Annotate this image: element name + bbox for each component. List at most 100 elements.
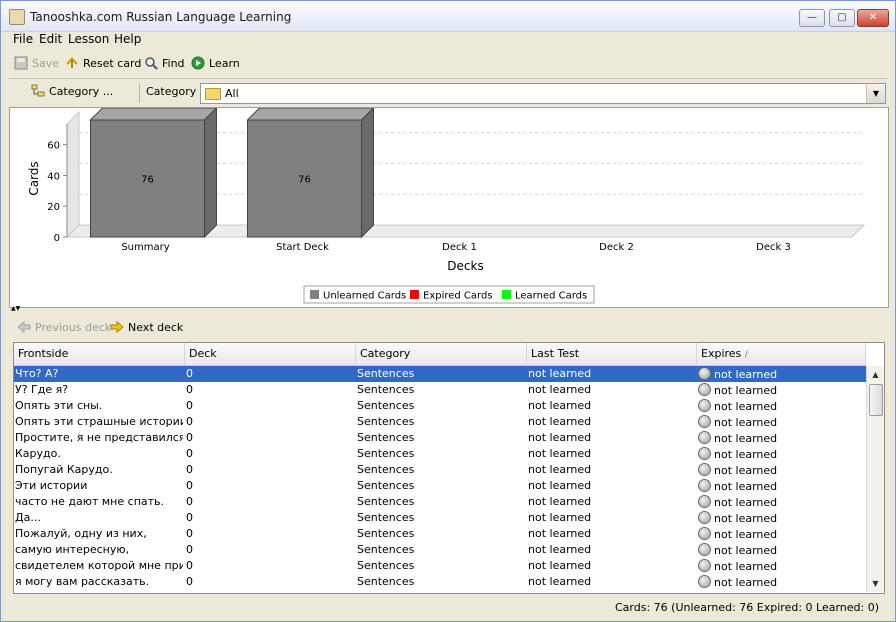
cell-frontside-text: Да...	[15, 511, 41, 524]
cell-last-test: not learned	[528, 415, 696, 430]
menu-lesson[interactable]: Lesson	[68, 32, 109, 46]
table-row[interactable]: Опять эти сны. 0 Sentences not learned not l…	[14, 398, 866, 414]
table-row[interactable]: Что? А? 0 Sentences not learned not learned	[14, 366, 866, 382]
cell-last-test-text: not learned	[528, 447, 592, 460]
deck-chart: 0 20 40 60 Cards 76 Summary 76 Start Deck Deck 1 D…	[27, 106, 866, 304]
collapse-arrows-icon[interactable]: ▲▼	[11, 305, 20, 312]
cell-expires-text: not learned	[714, 416, 778, 429]
cell-expires: not learned	[698, 367, 864, 382]
column-header-category[interactable]: Category	[356, 343, 527, 365]
cell-frontside: Карудо.	[15, 447, 183, 462]
reset-card-button[interactable]: Reset card	[65, 55, 141, 71]
cell-last-test: not learned	[528, 543, 696, 558]
cards-table: Frontside Deck Category Last Test Expire…	[13, 342, 885, 594]
column-header-last-test[interactable]: Last Test	[527, 343, 697, 365]
next-deck-button[interactable]: Next deck	[110, 320, 183, 334]
category-button-label: Category ...	[49, 84, 114, 98]
previous-deck-button[interactable]: Previous deck	[17, 320, 111, 334]
cell-deck: 0	[186, 415, 354, 430]
category-button[interactable]: Category ...	[31, 84, 113, 98]
cell-category: Sentences	[357, 383, 525, 398]
table-row[interactable]: Опять эти страшные истории. 0 Sentences not…	[14, 414, 866, 430]
category-select-value: All	[225, 87, 239, 100]
status-face-icon	[698, 511, 711, 524]
status-face-icon	[698, 527, 711, 540]
scroll-thumb[interactable]	[869, 384, 883, 416]
cell-last-test: not learned	[528, 511, 696, 526]
table-row[interactable]: самую интересную, 0 Sentences not learned no…	[14, 542, 866, 558]
cell-category-text: Sentences	[357, 511, 415, 524]
cell-last-test-text: not learned	[528, 479, 592, 492]
vertical-scrollbar[interactable]: ▲ ▼	[866, 366, 884, 592]
chart-data-label: 76	[141, 175, 154, 186]
category-select[interactable]: All ▼	[200, 83, 886, 104]
table-row[interactable]: Пожалуй, одну из них, 0 Sentences not learn…	[14, 526, 866, 542]
menu-help[interactable]: Help	[114, 32, 141, 46]
scroll-up-icon[interactable]: ▲	[868, 367, 883, 382]
title-bar[interactable]: Tanooshka.com Russian Language Learning …	[1, 1, 895, 32]
status-face-icon	[698, 479, 711, 492]
cell-frontside-text: Опять эти сны.	[15, 399, 103, 412]
split-pane-divider[interactable]: ▲▼	[9, 305, 887, 312]
cell-expires-text: not learned	[714, 528, 778, 541]
cell-category: Sentences	[357, 447, 525, 462]
find-button[interactable]: Find	[144, 55, 185, 71]
learn-button[interactable]: Learn	[191, 55, 240, 71]
status-face-icon	[698, 415, 711, 428]
scroll-down-icon[interactable]: ▼	[868, 576, 883, 591]
cell-frontside: Попугай Карудо.	[15, 463, 183, 478]
column-header-expires[interactable]: Expires /	[697, 343, 866, 365]
cell-deck: 0	[186, 543, 354, 558]
column-header-deck[interactable]: Deck	[185, 343, 356, 365]
table-row[interactable]: свидетелем которой мне приш...0 Sentences…	[14, 558, 866, 574]
save-button[interactable]: Save	[14, 55, 59, 71]
cell-deck: 0	[186, 527, 354, 542]
table-body: Что? А? 0 Sentences not learned not learned У…	[14, 366, 866, 590]
cell-frontside: Опять эти сны.	[15, 399, 183, 414]
chart-bar-top	[89, 107, 218, 121]
minimize-button[interactable]: —	[799, 9, 825, 27]
play-icon	[191, 56, 205, 70]
table-row[interactable]: часто не дают мне спать. 0 Sentences not le…	[14, 494, 866, 510]
close-button[interactable]: ✕	[857, 9, 889, 27]
table-row[interactable]: Простите, я не представился. 0 Sentences no…	[14, 430, 866, 446]
chart-y-tick-label: 0	[54, 233, 60, 244]
cell-frontside: Пожалуй, одну из них,	[15, 527, 183, 542]
app-icon	[9, 9, 25, 25]
menu-file[interactable]: File	[13, 32, 33, 46]
cell-expires-text: not learned	[714, 368, 778, 381]
cell-deck-text: 0	[186, 399, 193, 412]
cell-expires: not learned	[698, 415, 864, 430]
status-face-icon	[698, 495, 711, 508]
menu-edit[interactable]: Edit	[39, 32, 62, 46]
cell-last-test: not learned	[528, 559, 696, 574]
cell-last-test: not learned	[528, 575, 696, 590]
table-row[interactable]: Попугай Карудо. 0 Sentences not learned not …	[14, 462, 866, 478]
table-row[interactable]: Да... 0 Sentences not learned not learned	[14, 510, 866, 526]
chart-y-tick-label: 20	[47, 202, 60, 213]
cell-deck: 0	[186, 447, 354, 462]
cell-last-test-text: not learned	[528, 383, 592, 396]
cell-expires: not learned	[698, 399, 864, 414]
cell-frontside: Простите, я не представился.	[15, 431, 183, 446]
chart-y-tick-label: 60	[47, 141, 60, 152]
cell-deck: 0	[186, 431, 354, 446]
window-title: Tanooshka.com Russian Language Learning	[30, 10, 292, 24]
chart-bar-top	[246, 107, 375, 121]
cell-expires-text: not learned	[714, 448, 778, 461]
chevron-down-icon[interactable]: ▼	[866, 84, 885, 103]
cell-deck-text: 0	[186, 367, 193, 380]
maximize-button[interactable]: ▢	[829, 9, 855, 27]
cell-frontside-text: Карудо.	[15, 447, 61, 460]
cell-expires: not learned	[698, 543, 864, 558]
cell-last-test: not learned	[528, 431, 696, 446]
table-row[interactable]: Эти истории 0 Sentences not learned not lear…	[14, 478, 866, 494]
table-row[interactable]: Карудо. 0 Sentences not learned not learned	[14, 446, 866, 462]
cell-category-text: Sentences	[357, 415, 415, 428]
cell-deck-text: 0	[186, 415, 193, 428]
table-row[interactable]: я могу вам рассказать. 0 Sentences not lear…	[14, 574, 866, 590]
cell-expires-text: not learned	[714, 560, 778, 573]
cell-last-test-text: not learned	[528, 399, 592, 412]
table-row[interactable]: У? Где я? 0 Sentences not learned not learne…	[14, 382, 866, 398]
column-header-frontside[interactable]: Frontside	[14, 343, 185, 365]
